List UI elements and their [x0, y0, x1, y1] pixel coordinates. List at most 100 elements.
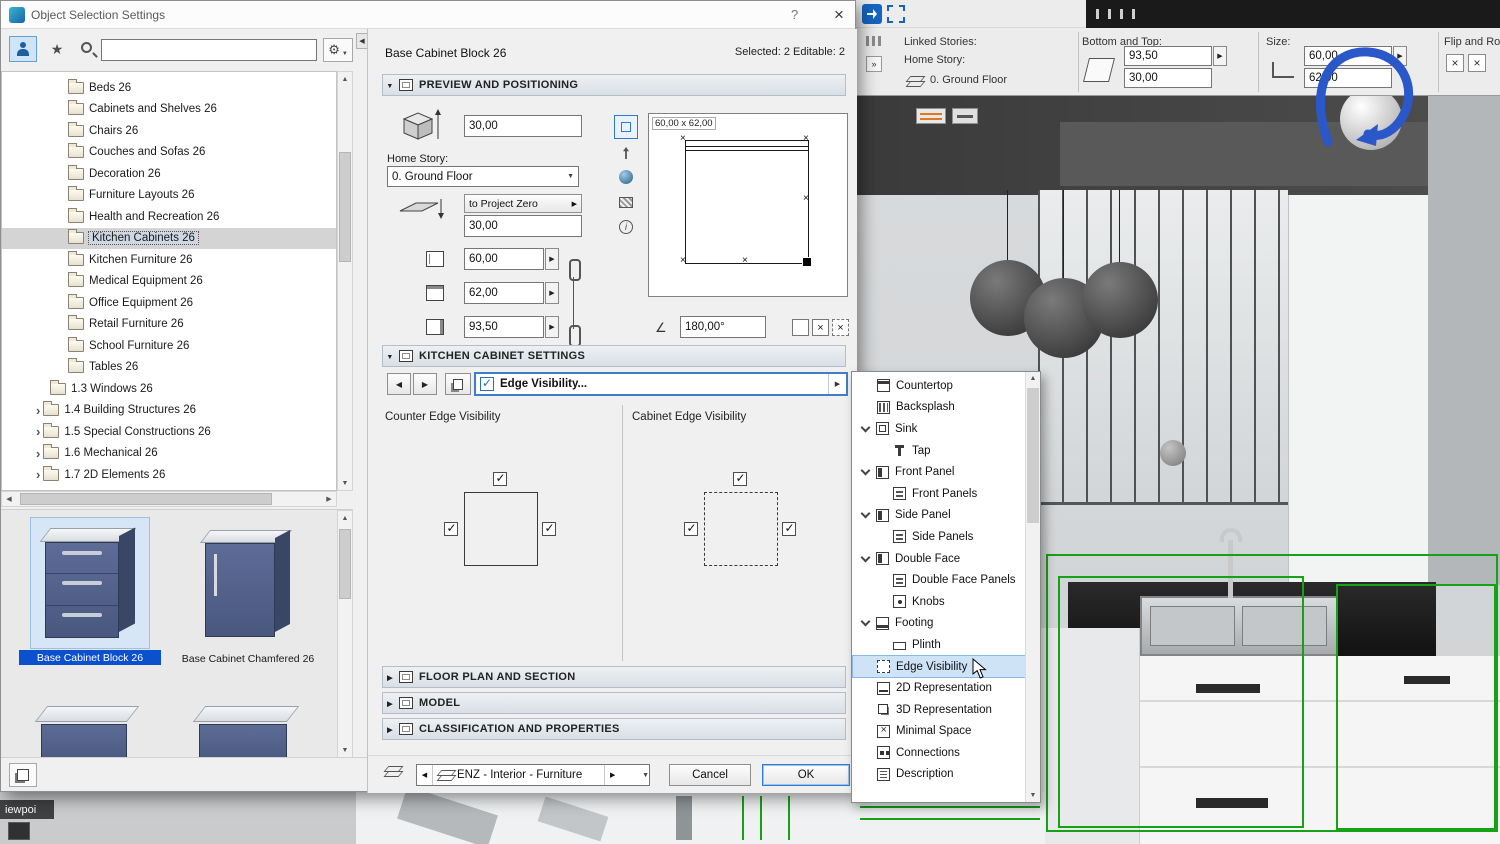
cabinet-left-edge-checkbox[interactable] — [684, 522, 698, 536]
ghost-toggle[interactable]: × — [832, 319, 849, 336]
scroll-up-button[interactable]: ▲ — [338, 72, 352, 86]
link-dimensions-chain-icon[interactable] — [566, 251, 580, 355]
to-project-zero-button[interactable]: to Project Zero ▶ — [464, 194, 582, 213]
cabinet-right-edge-checkbox[interactable] — [782, 522, 796, 536]
scrollbar-thumb[interactable] — [1027, 388, 1039, 523]
layer-select[interactable]: ◀ ENZ - Interior - Furniture ▶ — [416, 764, 650, 786]
scroll-right-button[interactable]: ▶ — [322, 492, 336, 506]
search-input[interactable] — [101, 39, 317, 61]
next-layer-button[interactable]: ▶ — [604, 765, 620, 785]
floor-plan-view-button[interactable] — [614, 115, 638, 139]
tree-horizontal-scrollbar[interactable]: ◀ ▶ — [1, 491, 337, 507]
tree-item-1-4-building-structures-26[interactable]: 1.4 Building Structures 26 — [2, 400, 336, 422]
chevron-right-icon[interactable] — [36, 424, 40, 439]
menu-item-minimal-space[interactable]: Minimal Space — [853, 721, 1025, 743]
hotspot[interactable] — [803, 258, 811, 266]
scroll-up-button[interactable]: ▲ — [338, 511, 352, 525]
tree-item-couches-and-sofas-26[interactable]: Couches and Sofas 26 — [2, 142, 336, 164]
thumbnail-base-cabinet-chamfered[interactable] — [185, 518, 309, 648]
tree-item-school-furniture-26[interactable]: School Furniture 26 — [2, 335, 336, 357]
menu-item-sink[interactable]: Sink — [853, 418, 1025, 440]
chevron-down-icon[interactable] — [861, 617, 871, 627]
new-window-button[interactable] — [9, 763, 37, 787]
counter-top-edge-checkbox[interactable] — [493, 472, 507, 486]
marquee-icon[interactable] — [887, 5, 905, 23]
chevron-down-icon[interactable] — [861, 466, 871, 476]
expand-toolbar-button[interactable]: » — [866, 56, 882, 72]
scrollbar-thumb[interactable] — [20, 493, 272, 505]
favorites-button[interactable] — [43, 36, 71, 62]
bottom-elevation-field[interactable]: 93,50 — [1124, 46, 1212, 66]
tree-vertical-scrollbar[interactable]: ▲ ▼ — [337, 71, 353, 491]
section-kitchen-cabinet-settings[interactable]: KITCHEN CABINET SETTINGS — [382, 345, 846, 367]
thumbnail-partial[interactable] — [185, 698, 309, 757]
thumbnail-partial[interactable] — [31, 698, 149, 757]
scroll-left-button[interactable]: ◀ — [2, 492, 16, 506]
scrollbar-thumb[interactable] — [339, 529, 351, 599]
counter-left-edge-checkbox[interactable] — [444, 522, 458, 536]
scroll-down-button[interactable]: ▼ — [1026, 789, 1040, 802]
tree-item-tables-26[interactable]: Tables 26 — [2, 357, 336, 379]
menu-item-front-panels[interactable]: Front Panels — [853, 483, 1025, 505]
previous-page-button[interactable]: ◀ — [387, 373, 411, 395]
section-model[interactable]: MODEL — [382, 692, 846, 714]
counter-right-edge-checkbox[interactable] — [542, 522, 556, 536]
thumbnail-scrollbar[interactable]: ▲ ▼ — [337, 510, 353, 757]
tree-item-health-and-recreation-26[interactable]: Health and Recreation 26 — [2, 206, 336, 228]
menu-scrollbar[interactable]: ▲ ▼ — [1025, 372, 1040, 802]
dialog-titlebar[interactable]: Object Selection Settings ? × — [1, 1, 855, 29]
menu-item-2d-representation[interactable]: 2D Representation — [853, 677, 1025, 699]
2d-preview-pane[interactable]: 60,00 x 62,00 × × × × × — [648, 113, 848, 297]
menu-item-double-face[interactable]: Double Face — [853, 548, 1025, 570]
settings-dropdown-button[interactable] — [323, 38, 353, 62]
help-button[interactable]: ? — [791, 7, 798, 22]
width-field[interactable]: 60,00 — [464, 248, 544, 270]
tree-item-cabinets-and-shelves-26[interactable]: Cabinets and Shelves 26 — [2, 99, 336, 121]
depth-field[interactable]: 62,00 — [464, 282, 544, 304]
menu-item-countertop[interactable]: Countertop — [853, 375, 1025, 397]
elevation-top-field[interactable]: 30,00 — [464, 115, 582, 137]
menu-item-footing[interactable]: Footing — [853, 613, 1025, 635]
menu-item-plinth[interactable]: Plinth — [853, 634, 1025, 656]
tree-item-1-6-mechanical-26[interactable]: 1.6 Mechanical 26 — [2, 443, 336, 465]
teamwork-icon[interactable] — [862, 4, 882, 24]
bottom-elevation-spinner[interactable] — [1213, 46, 1227, 66]
section-classification-properties[interactable]: CLASSIFICATION AND PROPERTIES — [382, 718, 846, 740]
chevron-right-icon[interactable] — [36, 403, 40, 418]
chevron-down-icon[interactable] — [861, 509, 871, 519]
home-story-select[interactable]: 0. Ground Floor — [387, 166, 579, 187]
elevation-bottom-field[interactable]: 30,00 — [464, 215, 582, 237]
pin-view-button[interactable] — [616, 143, 636, 163]
tree-item-kitchen-furniture-26[interactable]: Kitchen Furniture 26 — [2, 249, 336, 271]
depth-spinner[interactable] — [545, 282, 559, 304]
menu-item-tap[interactable]: Tap — [853, 440, 1025, 462]
viewport-tab-label[interactable]: iewpoi — [0, 800, 54, 819]
ok-button[interactable]: OK — [762, 764, 850, 786]
menu-item-connections[interactable]: Connections — [853, 742, 1025, 764]
submenu-arrow-icon[interactable] — [828, 374, 846, 394]
tree-item-1-7-2d-elements-26[interactable]: 1.7 2D Elements 26 — [2, 464, 336, 486]
tree-item-1-3-windows-26[interactable]: 1.3 Windows 26 — [2, 378, 336, 400]
chevron-right-icon[interactable] — [36, 446, 40, 461]
scroll-up-button[interactable]: ▲ — [1026, 372, 1040, 385]
menu-item-knobs[interactable]: Knobs — [853, 591, 1025, 613]
menu-item-front-panel[interactable]: Front Panel — [853, 461, 1025, 483]
mirror-toggle[interactable] — [792, 319, 809, 336]
home-story-value[interactable]: 0. Ground Floor — [930, 74, 1007, 86]
tree-item-chairs-26[interactable]: Chairs 26 — [2, 120, 336, 142]
tree-item-1-5-special-constructions-26[interactable]: 1.5 Special Constructions 26 — [2, 421, 336, 443]
chevron-down-icon[interactable] — [861, 552, 871, 562]
chevron-right-icon[interactable] — [36, 467, 40, 482]
scroll-down-button[interactable]: ▼ — [338, 476, 352, 490]
flip-toggle[interactable] — [1446, 54, 1464, 72]
tree-item-office-equipment-26[interactable]: Office Equipment 26 — [2, 292, 336, 314]
tree-item-decoration-26[interactable]: Decoration 26 — [2, 163, 336, 185]
close-button[interactable]: × — [827, 5, 851, 25]
menu-item-side-panel[interactable]: Side Panel — [853, 505, 1025, 527]
transfer-settings-button[interactable] — [445, 373, 471, 395]
menu-item-3d-representation[interactable]: 3D Representation — [853, 699, 1025, 721]
search-mode-button[interactable] — [9, 36, 37, 62]
menu-item-double-face-panels[interactable]: Double Face Panels — [853, 569, 1025, 591]
prev-layer-button[interactable]: ◀ — [417, 765, 433, 785]
chevron-down-icon[interactable] — [861, 423, 871, 433]
